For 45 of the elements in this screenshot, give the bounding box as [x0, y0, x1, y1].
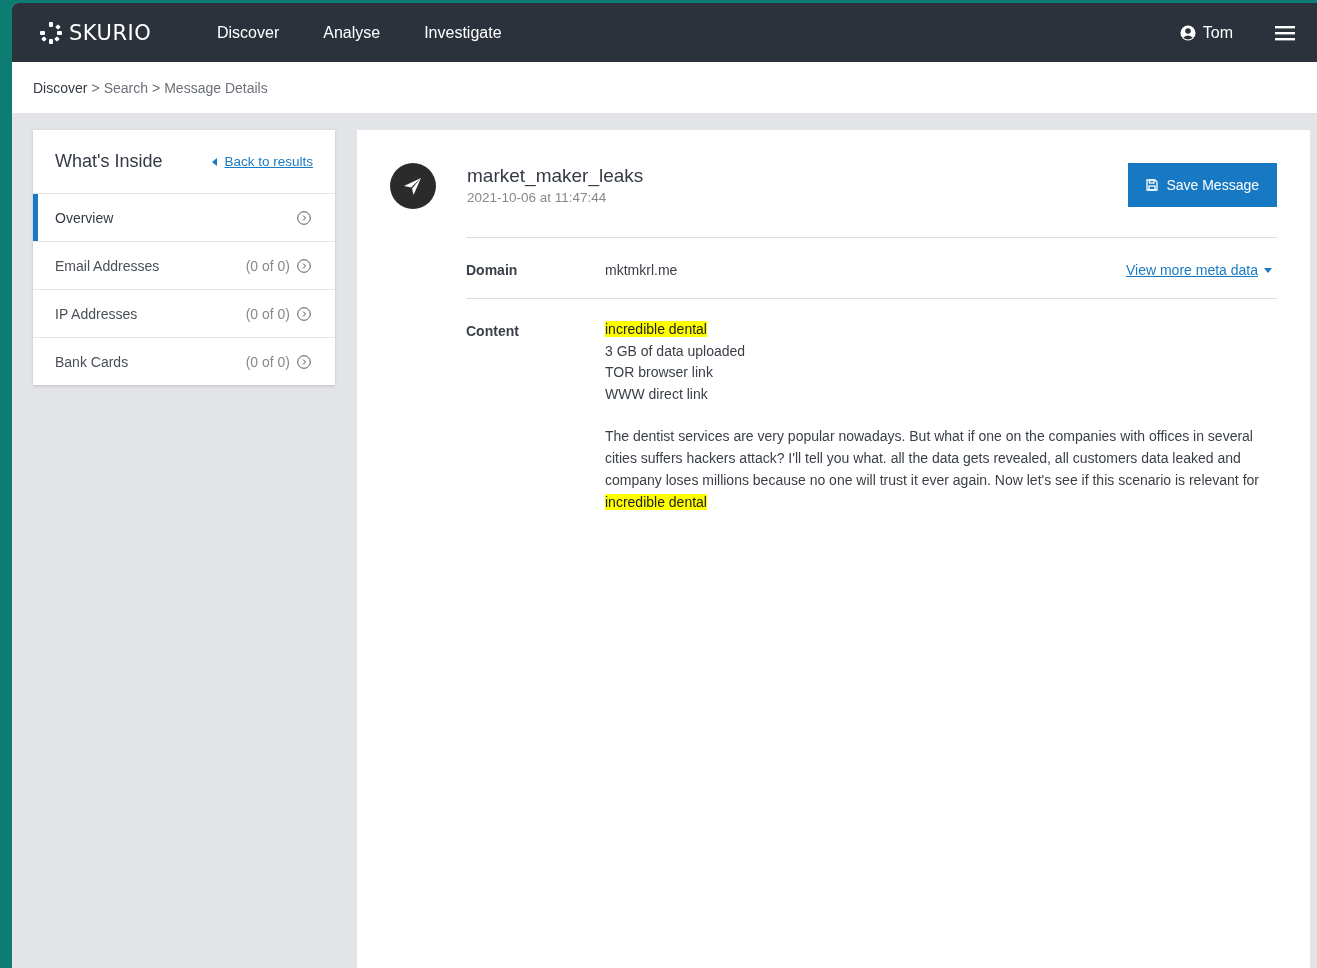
breadcrumb-link[interactable]: Message Details [164, 79, 268, 96]
message-timestamp: 2021-10-06 at 11:47:44 [467, 190, 608, 205]
item-label: IP Addresses [55, 305, 138, 322]
content-line: 3 GB of data uploaded [605, 341, 747, 361]
chevron-icon [297, 210, 311, 225]
content-line: TOR browser link [605, 363, 714, 382]
item-count: (0 of 0) [245, 305, 290, 322]
caret-icon [212, 157, 218, 166]
content-paragraph: The dentist services are very popular nowadays. But what if one on the companies with offices in several cities suffers hackers attack? I'll tell you what. all the data gets revealed, all customers data leaked and company loses millions because no one will trust it ever again. Now let's see if this scenario is relevant for incredible dental [605, 427, 1260, 512]
nav-link[interactable]: Analyse [323, 23, 381, 42]
item-count: (0 of 0) [245, 353, 290, 370]
save-button[interactable]: Save Message [1128, 163, 1277, 207]
chevron-icon [297, 354, 311, 369]
sidebar-title: What's Inside [55, 151, 163, 172]
item-count: (0 of 0) [245, 257, 290, 274]
breadcrumb-separator: > [152, 79, 161, 96]
menu-icon[interactable] [1275, 24, 1295, 41]
meta-data-link[interactable]: View more meta data [1125, 262, 1272, 278]
breadcrumb-link[interactable]: Discover [33, 79, 88, 96]
content-line: WWW direct link [605, 384, 709, 404]
nav-link[interactable]: Discover [217, 23, 280, 42]
caret-icon [1264, 267, 1272, 273]
logo-icon [39, 20, 63, 45]
save-icon [1146, 179, 1159, 191]
item-label: Bank Cards [55, 353, 129, 370]
breadcrumb-separator: > [91, 79, 100, 96]
sidebar-item[interactable]: Overview [33, 194, 335, 242]
item-label: Overview [55, 209, 114, 226]
user-menu[interactable]: Tom [1179, 23, 1233, 42]
sidebar-item[interactable]: IP Addresses (0 of 0) [33, 290, 335, 338]
nav-link[interactable]: Investigate [424, 23, 502, 42]
chevron-icon [297, 258, 311, 273]
back-link[interactable]: Back to results [212, 154, 313, 169]
message-title: market_maker_leaks [467, 165, 645, 187]
field-value: mktmkrl.me [605, 262, 678, 278]
sidebar-item[interactable]: Email Addresses (0 of 0) [33, 242, 335, 290]
sidebar-item[interactable]: Bank Cards (0 of 0) [33, 338, 335, 385]
chevron-icon [297, 306, 311, 321]
paper-plane-icon [390, 163, 436, 209]
logo-text: SKURIO [69, 20, 152, 45]
user-icon [1179, 24, 1196, 41]
item-label: Email Addresses [55, 257, 160, 274]
field-label: Domain [466, 262, 519, 278]
field-label: Content [466, 323, 520, 339]
breadcrumb-link[interactable]: Search [103, 79, 148, 96]
